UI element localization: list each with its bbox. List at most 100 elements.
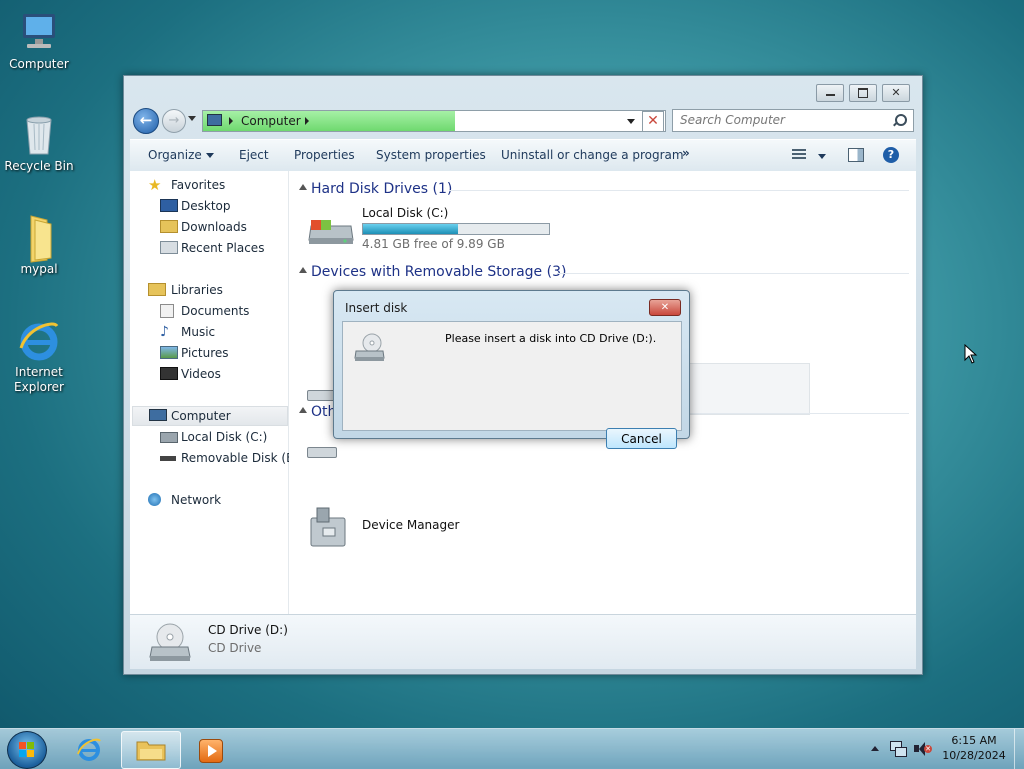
device-manager-icon [309, 504, 349, 550]
media-player-icon [199, 739, 223, 763]
triangle-icon[interactable] [299, 184, 307, 190]
nav-local-disk[interactable]: Local Disk (C:) [160, 428, 286, 446]
volume-muted-icon[interactable]: ✕ [914, 741, 932, 757]
internet-explorer-icon [17, 318, 61, 362]
taskbar-internet-explorer[interactable] [61, 731, 119, 767]
view-options-button[interactable] [792, 148, 828, 164]
internet-explorer-icon [76, 736, 102, 762]
nav-label: Local Disk (C:) [181, 430, 268, 444]
dialog-title: Insert disk [345, 301, 408, 315]
address-dropdown-arrow[interactable] [627, 119, 635, 124]
search-box[interactable]: Search Computer [672, 109, 914, 132]
nav-documents[interactable]: Documents [160, 302, 286, 320]
taskbar-media-player[interactable] [181, 731, 239, 767]
nav-recent-places[interactable]: Recent Places [160, 239, 286, 257]
clock-date: 10/28/2024 [942, 749, 1006, 762]
more-commands-button[interactable]: » [682, 146, 690, 160]
uninstall-program-button[interactable]: Uninstall or change a program [501, 148, 684, 162]
eject-button[interactable]: Eject [239, 148, 269, 162]
nav-computer[interactable]: Computer [132, 406, 288, 426]
nav-label: Recent Places [181, 241, 265, 255]
details-type: CD Drive [208, 641, 262, 655]
mouse-cursor-icon [964, 343, 978, 364]
nav-pictures[interactable]: Pictures [160, 344, 286, 362]
close-icon: ✕ [660, 302, 670, 313]
group-header-removable-storage[interactable]: Devices with Removable Storage (3) [311, 264, 566, 280]
details-pane: CD Drive (D:) CD Drive [130, 614, 916, 669]
desktop-icon-recycle-bin[interactable]: Recycle Bin [4, 112, 74, 173]
preview-pane-button[interactable] [848, 148, 864, 162]
details-name: CD Drive (D:) [208, 623, 288, 637]
taskbar-windows-explorer[interactable] [121, 731, 181, 769]
hard-disk-icon [307, 218, 354, 244]
nav-label: Favorites [171, 178, 226, 192]
triangle-icon[interactable] [299, 267, 307, 273]
cancel-button[interactable]: Cancel [606, 428, 677, 449]
group-divider [557, 273, 909, 274]
desktop-icon-label: Computer [9, 57, 69, 71]
nav-removable-disk[interactable]: Removable Disk (E:) [160, 449, 302, 467]
clock[interactable]: 6:15 AM 10/28/2024 [938, 733, 1010, 763]
taskbar: ✕ 6:15 AM 10/28/2024 [0, 728, 1024, 769]
triangle-icon[interactable] [299, 407, 307, 413]
nav-network[interactable]: Network [148, 491, 286, 509]
computer-icon [149, 409, 167, 421]
dialog-message: Please insert a disk into CD Drive (D:). [445, 332, 657, 345]
show-hidden-icons-button[interactable] [871, 746, 879, 751]
dialog-close-button[interactable]: ✕ [649, 299, 681, 316]
properties-button[interactable]: Properties [294, 148, 355, 162]
arrow-right-icon: → [168, 113, 180, 128]
arrow-left-icon: ← [139, 111, 153, 129]
recent-places-icon [160, 241, 178, 254]
desktop-icon-computer[interactable]: Computer [4, 10, 74, 71]
help-button[interactable]: ? [883, 147, 899, 163]
minimize-button[interactable] [816, 84, 844, 102]
maximize-button[interactable] [849, 84, 877, 102]
stop-button[interactable]: ✕ [642, 111, 664, 132]
show-desktop-button[interactable] [1014, 729, 1024, 769]
nav-downloads[interactable]: Downloads [160, 218, 286, 236]
recent-pages-dropdown[interactable] [188, 116, 196, 121]
organize-label: Organize [148, 148, 202, 162]
address-bar[interactable]: Computer [202, 110, 666, 132]
pictures-icon [160, 346, 178, 359]
network-tray-icon[interactable] [890, 741, 907, 757]
restore-icon [858, 88, 868, 98]
item-device-manager[interactable]: Device Manager [307, 504, 487, 552]
group-header-hard-disk-drives[interactable]: Hard Disk Drives (1) [311, 181, 452, 197]
drive-local-disk-c[interactable]: Local Disk (C:) 4.81 GB free of 9.89 GB [307, 206, 557, 251]
nav-label: Libraries [171, 283, 223, 297]
nav-music[interactable]: ♪ Music [160, 323, 286, 341]
drive-free-space: 4.81 GB free of 9.89 GB [362, 237, 505, 251]
removable-disk-icon [307, 447, 337, 458]
nav-label: Removable Disk (E:) [181, 451, 303, 465]
videos-icon [160, 367, 178, 380]
nav-libraries[interactable]: Libraries [148, 281, 286, 299]
chevron-right-icon[interactable] [305, 117, 309, 125]
system-properties-button[interactable]: System properties [376, 148, 486, 162]
nav-label: Videos [181, 367, 221, 381]
cd-drive-icon [146, 621, 194, 663]
start-button[interactable] [7, 731, 47, 769]
chevron-down-icon [818, 154, 826, 159]
nav-favorites[interactable]: ★ Favorites [148, 176, 286, 194]
desktop-icon-internet-explorer[interactable]: Internet Explorer [4, 318, 74, 395]
desktop-icon-mypal[interactable]: mypal [4, 214, 74, 276]
drive-removable-2[interactable] [307, 437, 337, 467]
back-button[interactable]: ← [133, 108, 159, 134]
dialog-body: Please insert a disk into CD Drive (D:).… [342, 321, 682, 449]
address-crumb-computer[interactable]: Computer [241, 114, 301, 128]
desktop-icon-label: Internet Explorer [14, 365, 64, 394]
minimize-icon [826, 94, 835, 96]
nav-videos[interactable]: Videos [160, 365, 286, 383]
removable-disk-icon [160, 456, 176, 461]
command-bar: Organize Eject Properties System propert… [130, 139, 916, 172]
navigation-pane: ★ Favorites Desktop Downloads Recent Pla… [130, 171, 302, 614]
organize-menu[interactable]: Organize [148, 148, 214, 162]
group-divider [689, 413, 909, 414]
search-input[interactable]: Search Computer [680, 113, 785, 127]
forward-button[interactable]: → [162, 109, 186, 133]
nav-desktop[interactable]: Desktop [160, 197, 286, 215]
close-button[interactable]: ✕ [882, 84, 910, 102]
search-icon[interactable] [895, 114, 907, 126]
